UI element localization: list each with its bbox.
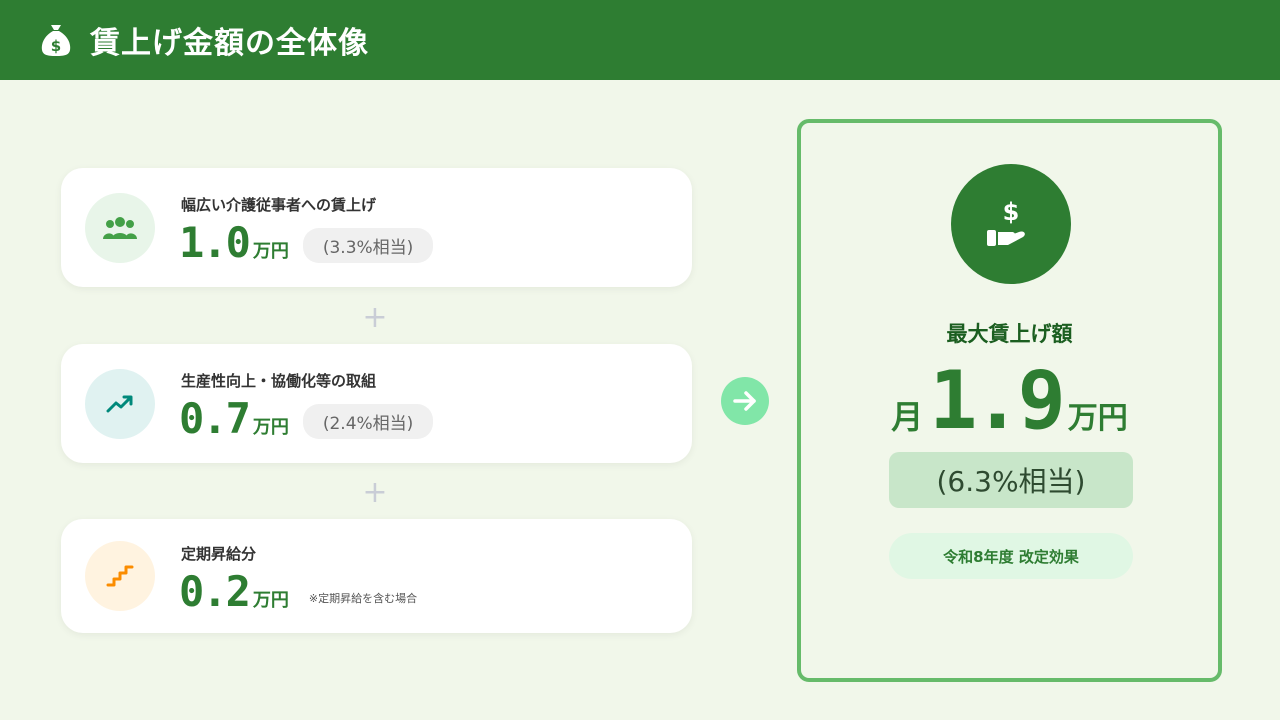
svg-text:$: $ <box>51 37 61 55</box>
page-title: 賃上げ金額の全体像 <box>90 26 369 61</box>
item-amount: 0.7 万円 (2.4%相当) <box>179 394 434 443</box>
result-unit: 万円 <box>1067 401 1128 436</box>
people-icon <box>103 216 137 239</box>
people-icon-circle <box>85 192 155 263</box>
item-unit: 万円 <box>252 241 289 262</box>
wage-item-card: 生産性向上・協働化等の取組 0.7 万円 (2.4%相当) <box>61 344 692 463</box>
plus-sign: + <box>362 300 388 335</box>
result-ratio-badge: (6.3%相当) <box>889 452 1133 508</box>
item-unit: 万円 <box>252 590 289 611</box>
result-value: 1.9 <box>929 354 1065 447</box>
money-bag-icon: $ <box>41 25 71 56</box>
result-panel: $ 最大賃上げ額 月 1.9 万円 (6.3%相当) 令和8年度 改定効果 <box>797 119 1222 682</box>
stairs-icon <box>106 565 134 587</box>
item-note: ※定期昇給を含む場合 <box>308 592 418 605</box>
plus-sign: + <box>362 475 388 510</box>
arrow-right-icon <box>721 377 769 425</box>
wage-item-card: 幅広い介護従事者への賃上げ 1.0 万円 (3.3%相当) <box>61 168 692 287</box>
item-label: 幅広い介護従事者への賃上げ <box>181 196 377 214</box>
hand-money-icon: $ <box>987 198 1025 246</box>
item-value: 0.7 <box>179 394 251 443</box>
trend-up-icon <box>106 395 133 412</box>
stairs-icon-circle <box>85 541 155 611</box>
item-value: 0.2 <box>179 567 251 616</box>
result-prefix: 月 <box>891 398 924 436</box>
item-label: 生産性向上・協働化等の取組 <box>181 372 377 390</box>
result-amount: 月 1.9 万円 <box>801 361 1218 441</box>
header-bar: $ 賃上げ金額の全体像 <box>0 0 1280 80</box>
item-label: 定期昇給分 <box>181 545 257 563</box>
hand-money-icon-circle: $ <box>951 164 1071 284</box>
effect-badge: 令和8年度 改定効果 <box>889 533 1133 579</box>
svg-text:$: $ <box>1003 198 1020 226</box>
item-amount: 0.2 万円 ※定期昇給を含む場合 <box>179 571 417 613</box>
wage-item-card: 定期昇給分 0.2 万円 ※定期昇給を含む場合 <box>61 519 692 633</box>
trend-icon-circle <box>85 368 155 439</box>
result-title: 最大賃上げ額 <box>946 322 1073 346</box>
item-amount: 1.0 万円 (3.3%相当) <box>179 218 434 267</box>
item-value: 1.0 <box>179 218 251 267</box>
ratio-badge: (2.4%相当) <box>302 404 434 439</box>
item-unit: 万円 <box>252 417 289 438</box>
ratio-badge: (3.3%相当) <box>302 228 434 263</box>
